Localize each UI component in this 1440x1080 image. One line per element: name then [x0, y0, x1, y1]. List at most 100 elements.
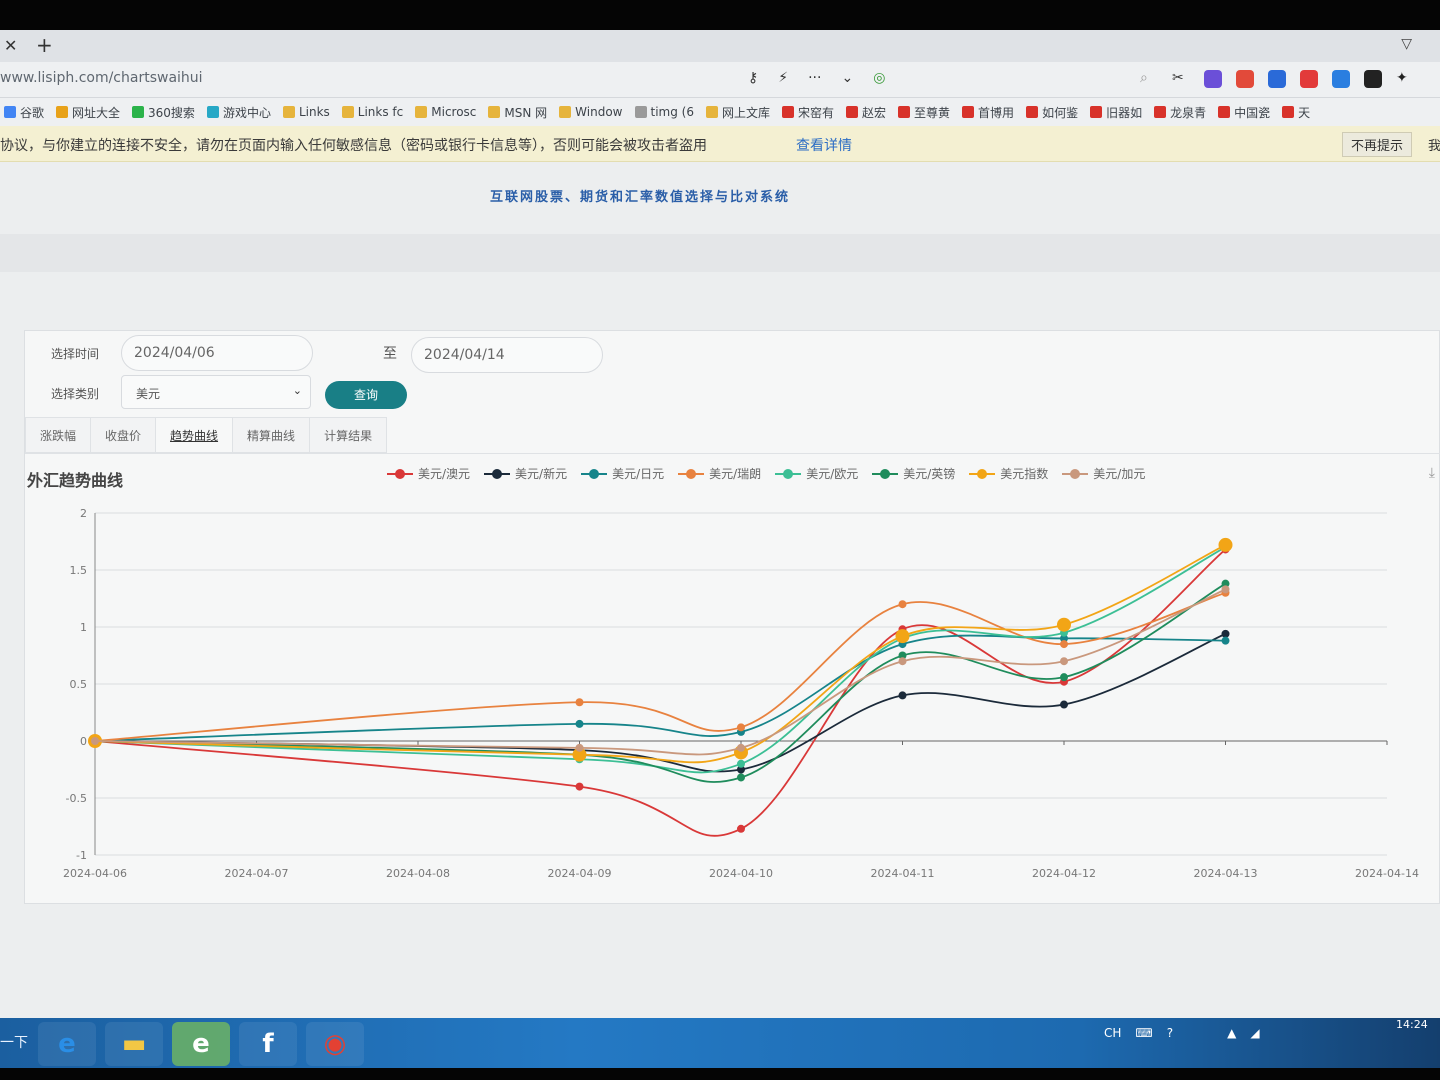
extension-window-icon[interactable]	[1364, 70, 1382, 88]
bookmark-label: Links	[298, 105, 330, 119]
clock[interactable]: 14:24	[1396, 1018, 1428, 1031]
network-icon[interactable]: ▲	[1227, 1026, 1236, 1040]
bookmark-label: 旧器如	[1106, 105, 1143, 120]
extension-purple-icon[interactable]	[1204, 70, 1222, 88]
data-point	[898, 691, 907, 700]
bookmark-icon	[415, 106, 428, 118]
bookmark-item[interactable]: 网址大全	[56, 104, 120, 121]
bookmark-icon	[1026, 106, 1039, 118]
x-tick-label: 2024-04-07	[225, 867, 289, 880]
start-button[interactable]: 一下	[0, 1032, 28, 1052]
data-point	[1060, 657, 1068, 666]
puzzle-icon[interactable]: ✦	[1396, 70, 1414, 88]
key-icon[interactable]: ⚷	[748, 70, 758, 86]
bookmark-item[interactable]: 龙泉青	[1154, 104, 1206, 121]
data-point	[737, 773, 745, 782]
bookmark-item[interactable]: Window	[559, 105, 623, 119]
bookmark-item[interactable]: 旧器如	[1090, 104, 1142, 121]
address-bar: www.lisiph.com/chartswaihui ⚷ ⚡ ··· ⌄ ◎ …	[0, 62, 1440, 98]
url-field[interactable]: www.lisiph.com/chartswaihui	[0, 70, 203, 86]
bookmark-item[interactable]: 谷歌	[4, 104, 44, 121]
x-tick-label: 2024-04-14	[1355, 867, 1419, 880]
y-tick-label: 1	[80, 621, 87, 634]
extension-blue-icon[interactable]	[1268, 70, 1286, 88]
taskbar-flash-icon[interactable]: f	[239, 1022, 297, 1066]
bookmark-item[interactable]: Links	[282, 105, 330, 119]
data-point	[575, 782, 584, 791]
bookmark-item[interactable]: 天	[1282, 104, 1310, 121]
chevron-down-icon[interactable]: ⌄	[841, 70, 853, 86]
data-point	[737, 824, 745, 833]
extension-weibo-icon[interactable]	[1300, 70, 1318, 88]
extension-mail-icon[interactable]	[1332, 70, 1350, 88]
bookmark-item[interactable]: 游戏中心	[206, 104, 271, 121]
x-tick-label: 2024-04-12	[1032, 867, 1096, 880]
bookmark-label: 首博用	[978, 105, 1015, 120]
data-point	[898, 600, 907, 609]
y-tick-label: -0.5	[66, 792, 87, 805]
help-icon[interactable]: ?	[1167, 1026, 1173, 1040]
bookmark-label: 至尊黄	[914, 105, 951, 120]
bookmark-icon	[898, 106, 911, 118]
warning-details-link[interactable]: 查看详情	[796, 135, 852, 155]
header-band	[0, 234, 1440, 272]
new-tab-button[interactable]: +	[36, 33, 53, 57]
lightning-icon[interactable]: ⚡	[778, 70, 788, 86]
bookmark-item[interactable]: 至尊黄	[898, 104, 950, 121]
bookmark-icon	[1218, 106, 1231, 118]
bookmark-item[interactable]: 宋窑有	[782, 104, 834, 121]
bookmark-item[interactable]: Links fc	[341, 105, 404, 119]
keyboard-icon[interactable]: ⌨	[1135, 1026, 1152, 1040]
browser-tabstrip: ✕ + ▽	[0, 30, 1440, 62]
bookmark-icon	[846, 106, 859, 118]
bookmark-icon	[962, 106, 975, 118]
x-tick-label: 2024-04-08	[386, 867, 450, 880]
data-point	[737, 743, 745, 752]
bookmark-item[interactable]: MSN 网	[488, 104, 547, 121]
taskbar-ie-icon[interactable]: e	[38, 1022, 96, 1066]
bookmark-icon	[559, 106, 572, 118]
bookmark-label: Links fc	[357, 105, 404, 119]
extension-game-icon[interactable]	[1236, 70, 1254, 88]
y-tick-label: 0.5	[70, 678, 88, 691]
bookmark-icon	[56, 106, 69, 118]
browser-logo-icon[interactable]: ◎	[873, 70, 885, 86]
data-point	[1221, 636, 1230, 645]
dismiss-warning-button[interactable]: 不再提示	[1342, 132, 1413, 157]
bookmark-item[interactable]: Microsc	[415, 105, 476, 119]
x-tick-label: 2024-04-06	[63, 867, 127, 880]
bookmark-item[interactable]: 360搜索	[132, 104, 195, 121]
bookmark-label: 宋窑有	[798, 105, 835, 120]
bookmark-label: 游戏中心	[222, 105, 271, 120]
taskbar-ie-green-icon[interactable]: e	[172, 1022, 230, 1066]
y-tick-label: 2	[80, 507, 87, 520]
data-point	[737, 723, 745, 732]
shield-icon[interactable]: ▽	[1401, 36, 1412, 52]
bookmark-item[interactable]: 赵宏	[846, 104, 886, 121]
bookmark-item[interactable]: 中国瓷	[1218, 104, 1270, 121]
data-point	[1060, 700, 1068, 709]
close-tab-icon[interactable]: ✕	[4, 36, 17, 55]
bookmark-item[interactable]: timg (6	[634, 105, 694, 119]
scissors-icon[interactable]: ✂	[1172, 70, 1190, 88]
bookmark-label: 360搜索	[148, 105, 195, 120]
bookmark-icon	[1154, 106, 1167, 118]
more-icon[interactable]: ···	[808, 70, 821, 86]
bookmark-item[interactable]: 首博用	[962, 104, 1014, 121]
search-icon[interactable]: ⌕	[1140, 70, 1158, 88]
data-point	[737, 759, 745, 768]
y-tick-label: 0	[80, 735, 87, 748]
x-tick-label: 2024-04-13	[1194, 867, 1258, 880]
taskbar-chrome-icon[interactable]: ◉	[306, 1022, 364, 1066]
language-indicator[interactable]: CH	[1104, 1026, 1121, 1040]
taskbar-folder-icon[interactable]: ▬	[105, 1022, 163, 1066]
bookmark-icon	[634, 106, 647, 118]
x-tick-label: 2024-04-11	[871, 867, 935, 880]
volume-icon[interactable]: ◢	[1250, 1026, 1259, 1040]
bookmark-item[interactable]: 网上文库	[705, 104, 770, 121]
bookmark-icon	[282, 106, 295, 118]
series-line	[94, 548, 1227, 837]
windows-taskbar: 一下 e ▬ e f ◉ CH ⌨ ? ▲ ◢ 14:24	[0, 1018, 1440, 1068]
bookmark-item[interactable]: 如何鉴	[1026, 104, 1078, 121]
data-point	[575, 698, 584, 707]
